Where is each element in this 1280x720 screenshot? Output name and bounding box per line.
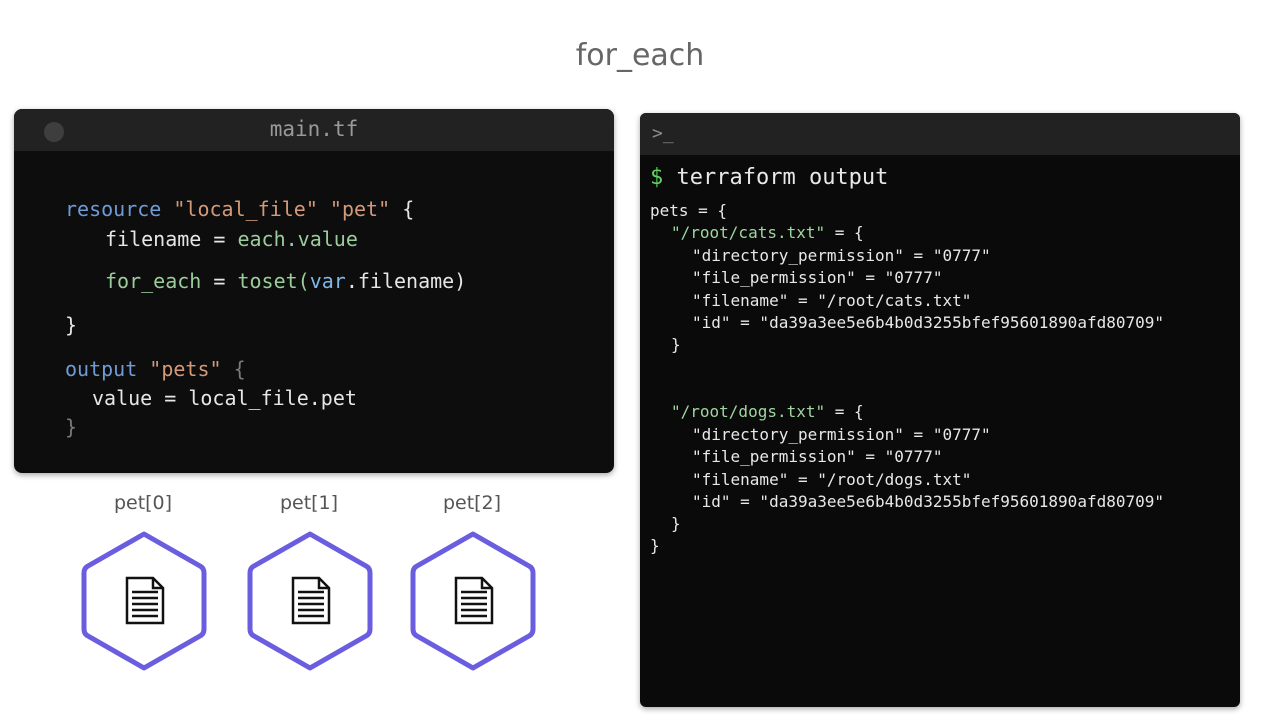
code-line-6: value = local_file.pet — [92, 386, 357, 410]
editor-filename: main.tf — [269, 117, 359, 141]
terminal-output-text: = { — [825, 402, 864, 421]
terminal-output-line: } — [671, 514, 681, 533]
terminal-map-key: "/root/dogs.txt" — [671, 402, 826, 421]
code-line-4: } — [65, 313, 77, 337]
terminal-dollar: $ — [650, 165, 664, 190]
pet-label-1: pet[1] — [279, 492, 339, 514]
terminal-output-line: pets = { — [650, 201, 728, 220]
slide-title: for_each — [575, 38, 705, 73]
code-brace: { — [233, 357, 246, 381]
terminal-command-line: $ terraform output — [650, 165, 888, 190]
code-line-1: resource "local_file" "pet" { — [65, 197, 414, 221]
pet-label-0: pet[0] — [113, 492, 173, 514]
terminal-titlebar: >_ — [640, 113, 1240, 155]
code-operator: = — [201, 227, 238, 251]
terminal-output-line: } — [650, 536, 660, 555]
code-variable: var — [309, 269, 346, 293]
terminal-output-line: "/root/cats.txt" = { — [671, 223, 864, 242]
code-keyword: resource — [65, 197, 162, 221]
terminal-output-line: "directory_permission" = "0777" — [692, 425, 991, 444]
code-line-3: for_each = toset(var.filename) — [105, 269, 466, 293]
terminal-output-line: "file_permission" = "0777" — [692, 447, 943, 466]
terminal-map-key: "/root/cats.txt" — [671, 223, 826, 242]
code-attribute: filename — [357, 269, 455, 293]
code-property: value — [92, 386, 153, 410]
pet-label-2: pet[2] — [442, 492, 502, 514]
terminal-output-line: } — [671, 335, 681, 354]
code-string: "pet" — [329, 197, 391, 221]
code-value: each.value — [237, 227, 358, 251]
code-keyword: output — [65, 357, 138, 381]
code-string: "local_file" — [173, 197, 318, 221]
code-line-5: output "pets" { — [65, 357, 246, 381]
editor-titlebar: main.tf — [14, 109, 614, 151]
terminal-window: >_ $ terraform output pets = { "/root/ca… — [640, 113, 1240, 707]
code-line-2: filename = each.value — [105, 227, 358, 251]
pet-hexagon-1 — [247, 531, 373, 671]
terminal-command: terraform output — [663, 165, 889, 190]
code-line-7: } — [65, 415, 77, 439]
code-function: toset( — [237, 269, 310, 293]
code-brace: } — [65, 415, 78, 439]
terminal-output-line: "id" = "da39a3ee5e6b4b0d3255bfef95601890… — [692, 313, 1165, 332]
terminal-output-line: "filename" = "/root/dogs.txt" — [692, 470, 972, 489]
code-dot: . — [345, 269, 358, 293]
terminal-output-line: "filename" = "/root/cats.txt" — [692, 291, 972, 310]
code-operator: = — [152, 386, 189, 410]
pet-hexagon-0 — [81, 531, 207, 671]
code-operator: = — [201, 269, 238, 293]
code-value: local_file.pet — [188, 386, 357, 410]
code-brace: { — [402, 197, 415, 221]
code-property: for_each — [105, 269, 202, 293]
code-property: filename — [105, 227, 202, 251]
code-paren: ) — [454, 269, 467, 293]
terminal-output-line: "id" = "da39a3ee5e6b4b0d3255bfef95601890… — [692, 492, 1165, 511]
code-editor-window: main.tf resource "local_file" "pet" { fi… — [14, 109, 614, 473]
terminal-output-text: = { — [825, 223, 864, 242]
document-icon — [454, 576, 494, 625]
terminal-output-line: "file_permission" = "0777" — [692, 268, 943, 287]
pet-hexagon-2 — [410, 531, 536, 671]
document-icon — [291, 576, 331, 625]
code-string: "pets" — [149, 357, 222, 381]
code-brace: } — [65, 313, 78, 337]
terminal-output-line: "/root/dogs.txt" = { — [671, 402, 864, 421]
terminal-prompt-icon: >_ — [652, 123, 674, 144]
document-icon — [125, 576, 165, 625]
terminal-output-line: "directory_permission" = "0777" — [692, 246, 991, 265]
